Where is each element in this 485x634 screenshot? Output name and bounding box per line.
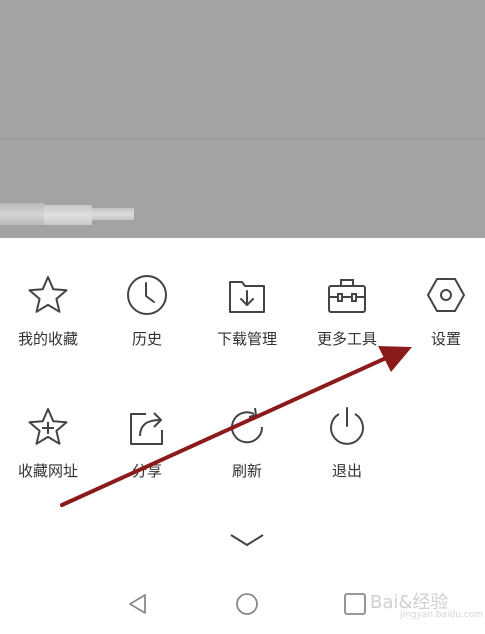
toolbox-icon [328,279,366,313]
background-blur-strip [0,203,44,225]
download-folder-icon [229,281,265,313]
background-divider [0,138,485,140]
share-icon [130,412,163,445]
menu-item-label: 更多工具 [316,330,377,348]
menu-item-label: 退出 [331,462,362,480]
dimmed-background[interactable] [0,0,485,238]
menu-item-label: 下载管理 [216,330,277,348]
menu-item-label: 历史 [131,330,162,348]
menu-item-more-tools[interactable]: 更多工具 [302,274,392,374]
watermark-url: jingyan.baidu.com [400,610,484,620]
menu-item-label: 刷新 [231,462,262,480]
menu-item-settings[interactable]: 设置 [401,274,485,374]
recents-square-icon[interactable] [343,592,367,616]
background-blur-strip [92,208,134,220]
menu-item-label: 我的收藏 [17,330,78,348]
menu-item-exit[interactable]: 退出 [302,406,392,506]
menu-item-label: 收藏网址 [17,462,78,480]
menu-item-history[interactable]: 历史 [102,274,192,374]
menu-item-label: 分享 [131,462,162,480]
back-triangle-icon[interactable] [126,592,150,616]
clock-icon [127,275,167,315]
collapse-chevron-icon[interactable] [229,530,265,550]
star-plus-icon [28,408,68,445]
hexagon-settings-icon [427,278,465,312]
star-icon [28,276,68,313]
background-blur-strip [44,205,92,225]
refresh-icon [231,407,264,444]
power-icon [330,407,364,445]
menu-item-refresh[interactable]: 刷新 [202,406,292,506]
menu-item-bookmark-url[interactable]: 收藏网址 [3,406,93,506]
menu-item-downloads[interactable]: 下载管理 [202,274,292,374]
menu-item-favorites[interactable]: 我的收藏 [3,274,93,374]
menu-item-share[interactable]: 分享 [102,406,192,506]
home-circle-icon[interactable] [235,592,259,616]
menu-item-label: 设置 [430,330,461,348]
